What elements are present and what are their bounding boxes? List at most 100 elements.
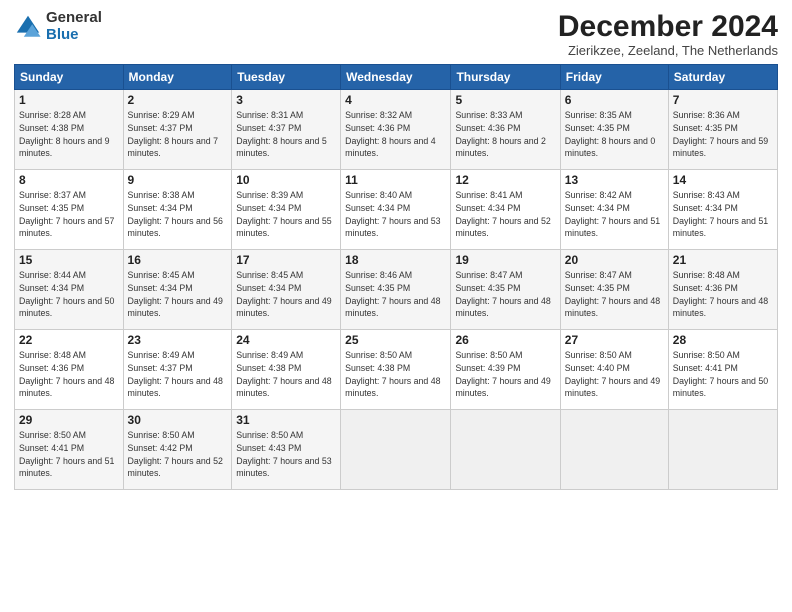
day-number: 19 bbox=[455, 253, 555, 267]
calendar-day-cell: 8 Sunrise: 8:37 AMSunset: 4:35 PMDayligh… bbox=[15, 170, 124, 250]
day-number: 2 bbox=[128, 93, 228, 107]
day-number: 3 bbox=[236, 93, 336, 107]
logo-blue: Blue bbox=[46, 27, 102, 44]
calendar-day-cell: 9 Sunrise: 8:38 AMSunset: 4:34 PMDayligh… bbox=[123, 170, 232, 250]
day-info: Sunrise: 8:47 AMSunset: 4:35 PMDaylight:… bbox=[565, 269, 664, 320]
day-number: 31 bbox=[236, 413, 336, 427]
day-number: 1 bbox=[19, 93, 119, 107]
day-info: Sunrise: 8:49 AMSunset: 4:37 PMDaylight:… bbox=[128, 349, 228, 400]
month-title: December 2024 bbox=[558, 10, 778, 43]
day-number: 14 bbox=[673, 173, 773, 187]
calendar-day-cell bbox=[341, 410, 451, 490]
logo: General Blue bbox=[14, 10, 102, 43]
calendar-day-cell: 22 Sunrise: 8:48 AMSunset: 4:36 PMDaylig… bbox=[15, 330, 124, 410]
calendar-day-cell: 29 Sunrise: 8:50 AMSunset: 4:41 PMDaylig… bbox=[15, 410, 124, 490]
calendar-day-cell: 24 Sunrise: 8:49 AMSunset: 4:38 PMDaylig… bbox=[232, 330, 341, 410]
day-number: 9 bbox=[128, 173, 228, 187]
calendar-day-cell: 14 Sunrise: 8:43 AMSunset: 4:34 PMDaylig… bbox=[668, 170, 777, 250]
day-info: Sunrise: 8:50 AMSunset: 4:41 PMDaylight:… bbox=[673, 349, 773, 400]
day-info: Sunrise: 8:50 AMSunset: 4:41 PMDaylight:… bbox=[19, 429, 119, 480]
day-number: 15 bbox=[19, 253, 119, 267]
day-info: Sunrise: 8:50 AMSunset: 4:39 PMDaylight:… bbox=[455, 349, 555, 400]
day-number: 8 bbox=[19, 173, 119, 187]
calendar-day-cell bbox=[668, 410, 777, 490]
day-number: 25 bbox=[345, 333, 446, 347]
calendar-week-row: 8 Sunrise: 8:37 AMSunset: 4:35 PMDayligh… bbox=[15, 170, 778, 250]
day-info: Sunrise: 8:32 AMSunset: 4:36 PMDaylight:… bbox=[345, 109, 446, 160]
col-saturday: Saturday bbox=[668, 65, 777, 90]
calendar-day-cell: 4 Sunrise: 8:32 AMSunset: 4:36 PMDayligh… bbox=[341, 90, 451, 170]
location: Zierikzee, Zeeland, The Netherlands bbox=[558, 43, 778, 58]
calendar-week-row: 1 Sunrise: 8:28 AMSunset: 4:38 PMDayligh… bbox=[15, 90, 778, 170]
calendar-day-cell: 25 Sunrise: 8:50 AMSunset: 4:38 PMDaylig… bbox=[341, 330, 451, 410]
day-number: 11 bbox=[345, 173, 446, 187]
day-number: 22 bbox=[19, 333, 119, 347]
calendar-day-cell: 21 Sunrise: 8:48 AMSunset: 4:36 PMDaylig… bbox=[668, 250, 777, 330]
day-number: 29 bbox=[19, 413, 119, 427]
col-tuesday: Tuesday bbox=[232, 65, 341, 90]
calendar-day-cell: 11 Sunrise: 8:40 AMSunset: 4:34 PMDaylig… bbox=[341, 170, 451, 250]
day-info: Sunrise: 8:45 AMSunset: 4:34 PMDaylight:… bbox=[128, 269, 228, 320]
day-number: 30 bbox=[128, 413, 228, 427]
title-block: December 2024 Zierikzee, Zeeland, The Ne… bbox=[558, 10, 778, 58]
calendar-day-cell: 3 Sunrise: 8:31 AMSunset: 4:37 PMDayligh… bbox=[232, 90, 341, 170]
calendar-week-row: 22 Sunrise: 8:48 AMSunset: 4:36 PMDaylig… bbox=[15, 330, 778, 410]
day-info: Sunrise: 8:41 AMSunset: 4:34 PMDaylight:… bbox=[455, 189, 555, 240]
page-header: General Blue December 2024 Zierikzee, Ze… bbox=[14, 10, 778, 58]
calendar-day-cell: 20 Sunrise: 8:47 AMSunset: 4:35 PMDaylig… bbox=[560, 250, 668, 330]
day-info: Sunrise: 8:37 AMSunset: 4:35 PMDaylight:… bbox=[19, 189, 119, 240]
day-info: Sunrise: 8:29 AMSunset: 4:37 PMDaylight:… bbox=[128, 109, 228, 160]
day-info: Sunrise: 8:46 AMSunset: 4:35 PMDaylight:… bbox=[345, 269, 446, 320]
calendar-day-cell: 18 Sunrise: 8:46 AMSunset: 4:35 PMDaylig… bbox=[341, 250, 451, 330]
day-info: Sunrise: 8:39 AMSunset: 4:34 PMDaylight:… bbox=[236, 189, 336, 240]
day-info: Sunrise: 8:35 AMSunset: 4:35 PMDaylight:… bbox=[565, 109, 664, 160]
calendar-day-cell: 15 Sunrise: 8:44 AMSunset: 4:34 PMDaylig… bbox=[15, 250, 124, 330]
calendar-week-row: 29 Sunrise: 8:50 AMSunset: 4:41 PMDaylig… bbox=[15, 410, 778, 490]
day-info: Sunrise: 8:50 AMSunset: 4:43 PMDaylight:… bbox=[236, 429, 336, 480]
calendar-day-cell: 16 Sunrise: 8:45 AMSunset: 4:34 PMDaylig… bbox=[123, 250, 232, 330]
day-number: 28 bbox=[673, 333, 773, 347]
day-info: Sunrise: 8:28 AMSunset: 4:38 PMDaylight:… bbox=[19, 109, 119, 160]
calendar-week-row: 15 Sunrise: 8:44 AMSunset: 4:34 PMDaylig… bbox=[15, 250, 778, 330]
day-info: Sunrise: 8:45 AMSunset: 4:34 PMDaylight:… bbox=[236, 269, 336, 320]
day-info: Sunrise: 8:43 AMSunset: 4:34 PMDaylight:… bbox=[673, 189, 773, 240]
day-number: 4 bbox=[345, 93, 446, 107]
calendar-day-cell: 5 Sunrise: 8:33 AMSunset: 4:36 PMDayligh… bbox=[451, 90, 560, 170]
calendar-day-cell: 31 Sunrise: 8:50 AMSunset: 4:43 PMDaylig… bbox=[232, 410, 341, 490]
day-info: Sunrise: 8:33 AMSunset: 4:36 PMDaylight:… bbox=[455, 109, 555, 160]
day-info: Sunrise: 8:50 AMSunset: 4:42 PMDaylight:… bbox=[128, 429, 228, 480]
day-number: 7 bbox=[673, 93, 773, 107]
logo-general: General bbox=[46, 10, 102, 27]
day-info: Sunrise: 8:31 AMSunset: 4:37 PMDaylight:… bbox=[236, 109, 336, 160]
day-number: 18 bbox=[345, 253, 446, 267]
calendar-day-cell: 19 Sunrise: 8:47 AMSunset: 4:35 PMDaylig… bbox=[451, 250, 560, 330]
calendar-day-cell: 7 Sunrise: 8:36 AMSunset: 4:35 PMDayligh… bbox=[668, 90, 777, 170]
day-number: 23 bbox=[128, 333, 228, 347]
calendar-day-cell: 23 Sunrise: 8:49 AMSunset: 4:37 PMDaylig… bbox=[123, 330, 232, 410]
calendar-day-cell bbox=[560, 410, 668, 490]
calendar-day-cell: 28 Sunrise: 8:50 AMSunset: 4:41 PMDaylig… bbox=[668, 330, 777, 410]
calendar-day-cell: 17 Sunrise: 8:45 AMSunset: 4:34 PMDaylig… bbox=[232, 250, 341, 330]
calendar-day-cell: 10 Sunrise: 8:39 AMSunset: 4:34 PMDaylig… bbox=[232, 170, 341, 250]
calendar-day-cell: 13 Sunrise: 8:42 AMSunset: 4:34 PMDaylig… bbox=[560, 170, 668, 250]
calendar-table: Sunday Monday Tuesday Wednesday Thursday… bbox=[14, 64, 778, 490]
day-info: Sunrise: 8:38 AMSunset: 4:34 PMDaylight:… bbox=[128, 189, 228, 240]
day-number: 24 bbox=[236, 333, 336, 347]
day-number: 10 bbox=[236, 173, 336, 187]
day-number: 12 bbox=[455, 173, 555, 187]
day-number: 5 bbox=[455, 93, 555, 107]
calendar-day-cell: 27 Sunrise: 8:50 AMSunset: 4:40 PMDaylig… bbox=[560, 330, 668, 410]
col-thursday: Thursday bbox=[451, 65, 560, 90]
col-wednesday: Wednesday bbox=[341, 65, 451, 90]
day-info: Sunrise: 8:50 AMSunset: 4:40 PMDaylight:… bbox=[565, 349, 664, 400]
col-sunday: Sunday bbox=[15, 65, 124, 90]
day-number: 21 bbox=[673, 253, 773, 267]
day-number: 27 bbox=[565, 333, 664, 347]
calendar-day-cell: 30 Sunrise: 8:50 AMSunset: 4:42 PMDaylig… bbox=[123, 410, 232, 490]
calendar-day-cell: 26 Sunrise: 8:50 AMSunset: 4:39 PMDaylig… bbox=[451, 330, 560, 410]
day-number: 26 bbox=[455, 333, 555, 347]
day-info: Sunrise: 8:40 AMSunset: 4:34 PMDaylight:… bbox=[345, 189, 446, 240]
day-info: Sunrise: 8:47 AMSunset: 4:35 PMDaylight:… bbox=[455, 269, 555, 320]
col-monday: Monday bbox=[123, 65, 232, 90]
calendar-day-cell: 6 Sunrise: 8:35 AMSunset: 4:35 PMDayligh… bbox=[560, 90, 668, 170]
